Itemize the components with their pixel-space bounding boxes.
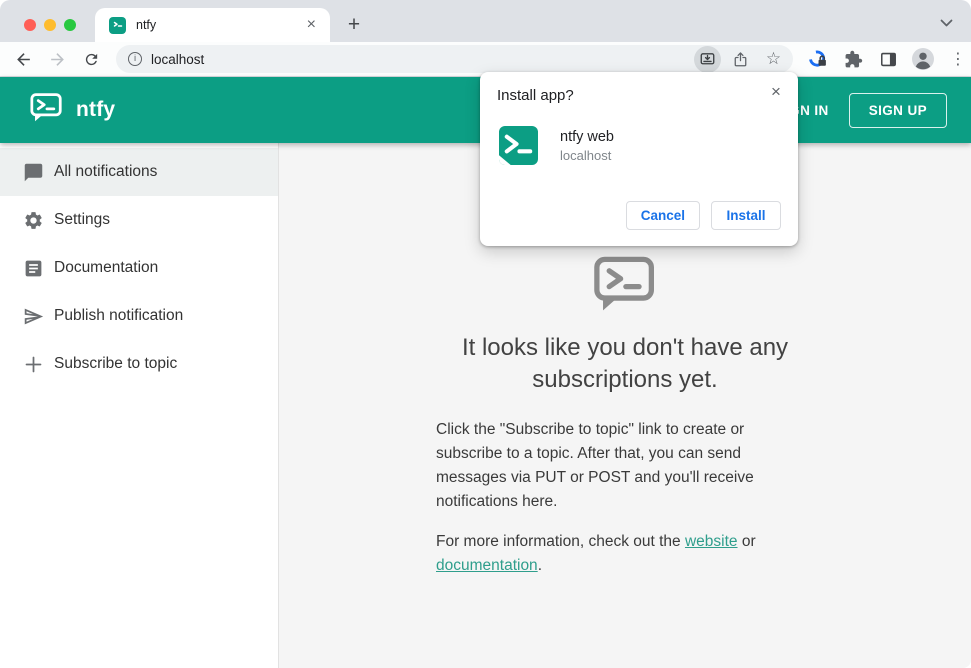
sidebar-item-label: Subscribe to topic	[54, 355, 178, 372]
more-info-text: For more information, check out the	[436, 533, 685, 550]
chat-icon	[21, 160, 45, 184]
browser-window: ntfy × + i localhost ☆ ⋮ ntfy SIGN IN SI…	[0, 0, 971, 668]
reload-icon[interactable]	[76, 44, 106, 74]
install-button[interactable]: Install	[711, 201, 781, 230]
sidebar-nav: All notifications Settings Documentation…	[0, 143, 279, 668]
dialog-app-origin: localhost	[560, 148, 612, 163]
window-zoom-button[interactable]	[64, 19, 76, 31]
install-app-dialog: Install app? × ntfy web localhost Cancel…	[480, 72, 798, 246]
empty-state-paragraph: Click the "Subscribe to topic" link to c…	[436, 421, 754, 510]
sidebar-item-label: Settings	[54, 211, 111, 228]
empty-state-more-info: For more information, check out the webs…	[436, 530, 814, 578]
dialog-close-icon[interactable]: ×	[766, 82, 786, 102]
sidebar-item-label: Publish notification	[54, 307, 184, 324]
extensions-puzzle-icon[interactable]	[840, 46, 866, 72]
empty-state-heading: It looks like you don't have any subscri…	[461, 334, 789, 393]
tab-strip: ntfy × +	[0, 0, 971, 42]
address-bar[interactable]: i localhost ☆	[116, 45, 793, 73]
url-text[interactable]: localhost	[151, 52, 694, 67]
browser-menu-kebab-icon[interactable]: ⋮	[945, 46, 971, 72]
window-controls	[24, 19, 76, 31]
documentation-link[interactable]: documentation	[436, 557, 538, 574]
browser-tab-ntfy[interactable]: ntfy ×	[95, 8, 330, 42]
window-close-button[interactable]	[24, 19, 36, 31]
dialog-app-name: ntfy web	[560, 129, 614, 145]
forward-icon[interactable]	[42, 44, 72, 74]
send-icon	[21, 304, 45, 328]
website-link[interactable]: website	[685, 533, 738, 550]
sidebar-item-label: All notifications	[54, 163, 158, 180]
tab-title: ntfy	[136, 18, 157, 32]
dialog-title: Install app?	[497, 87, 574, 104]
site-info-icon[interactable]: i	[128, 52, 142, 66]
side-panel-icon[interactable]	[875, 46, 901, 72]
more-info-text: .	[537, 557, 542, 574]
tab-close-icon[interactable]: ×	[303, 17, 320, 33]
sidebar-item-documentation[interactable]: Documentation	[0, 244, 278, 292]
window-minimize-button[interactable]	[44, 19, 56, 31]
ntfy-app-icon	[499, 126, 538, 165]
bookmark-star-icon[interactable]: ☆	[760, 46, 787, 73]
plus-icon	[21, 352, 45, 376]
privacy-extension-icon[interactable]	[805, 46, 831, 72]
profile-avatar-icon[interactable]	[910, 46, 936, 72]
gear-icon	[21, 208, 45, 232]
share-icon[interactable]	[727, 46, 754, 73]
sidebar-item-subscribe-to-topic[interactable]: Subscribe to topic	[0, 340, 278, 388]
sidebar-item-settings[interactable]: Settings	[0, 196, 278, 244]
sign-up-button[interactable]: SIGN UP	[848, 92, 947, 128]
article-icon	[21, 256, 45, 280]
empty-state: It looks like you don't have any subscri…	[415, 255, 835, 594]
brand-title: ntfy	[76, 98, 116, 121]
new-tab-button[interactable]: +	[341, 12, 367, 38]
ntfy-logo-icon	[30, 92, 63, 128]
back-icon[interactable]	[8, 44, 38, 74]
cancel-button[interactable]: Cancel	[625, 201, 700, 230]
tab-search-chevron-icon[interactable]	[940, 15, 953, 33]
more-info-text: or	[737, 533, 756, 550]
ntfy-favicon-icon	[109, 16, 126, 34]
ntfy-logo-gray-icon	[415, 255, 835, 318]
sidebar-item-publish-notification[interactable]: Publish notification	[0, 292, 278, 340]
install-app-icon[interactable]	[694, 45, 721, 73]
sidebar-item-all-notifications[interactable]: All notifications	[0, 148, 278, 196]
sidebar-item-label: Documentation	[54, 259, 159, 276]
